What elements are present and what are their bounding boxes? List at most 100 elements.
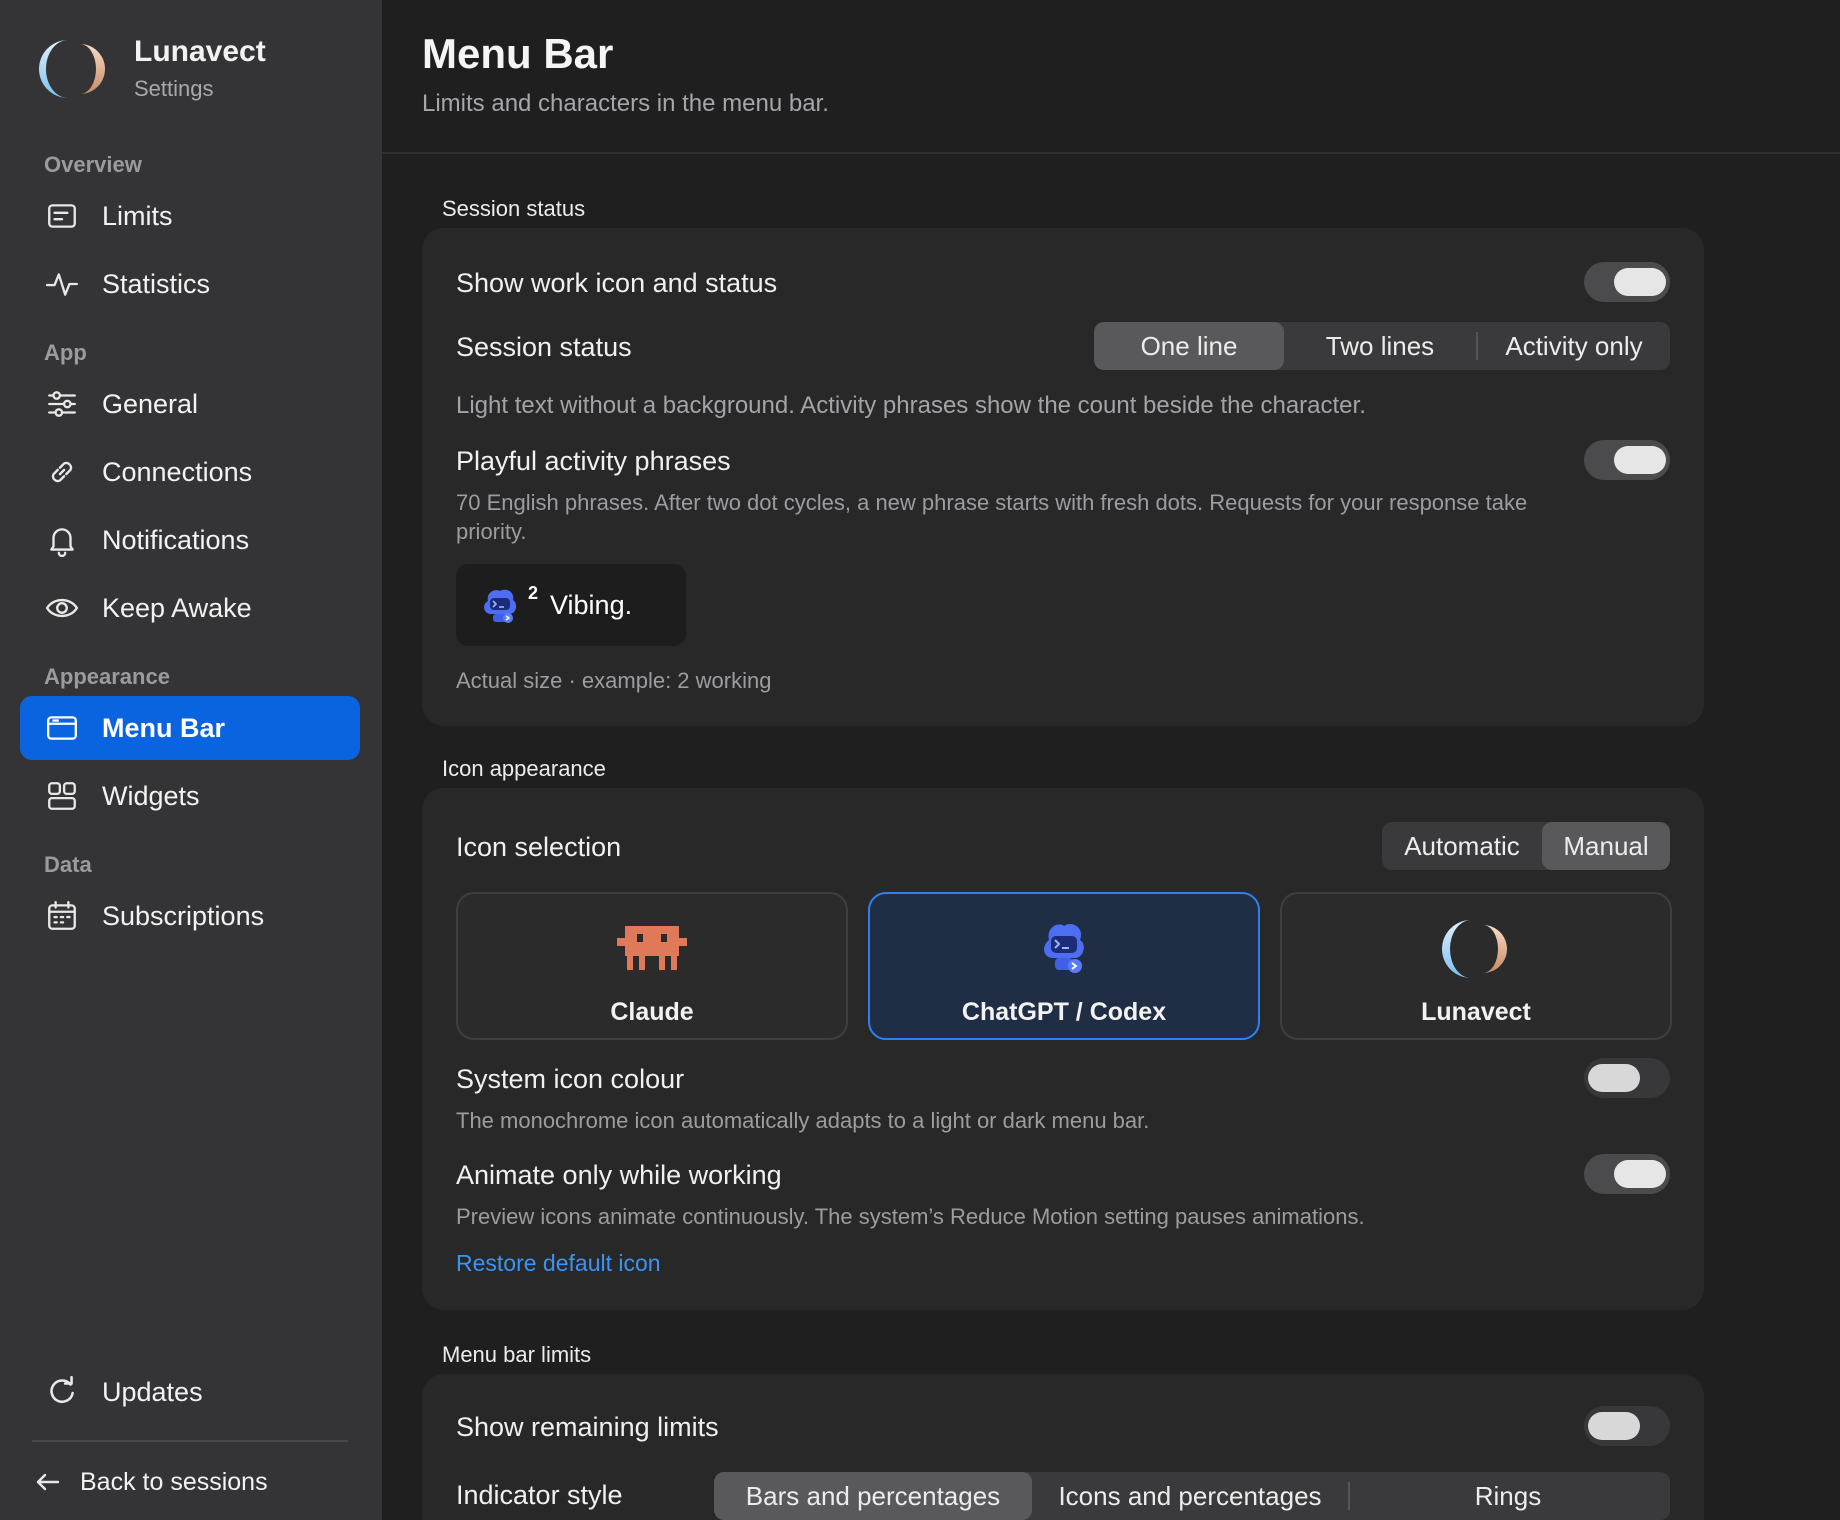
page-subtitle: Limits and characters in the menu bar. xyxy=(422,90,829,117)
indicator-style-label: Indicator style xyxy=(456,1480,623,1510)
preview-phrase: Vibing. xyxy=(550,589,633,620)
lunavect-logo-icon xyxy=(39,40,105,98)
status-preview: 2 Vibing. xyxy=(456,564,686,646)
back-to-sessions-link[interactable]: Back to sessions xyxy=(34,1462,268,1502)
group-title-icon-appearance: Icon appearance xyxy=(442,756,606,781)
back-label: Back to sessions xyxy=(80,1467,268,1496)
section-app: App xyxy=(44,340,87,365)
sidebar-item-widgets[interactable]: Widgets xyxy=(20,764,360,828)
toggle-knob xyxy=(1614,1160,1666,1188)
app-subtitle: Settings xyxy=(134,76,214,101)
section-data: Data xyxy=(44,852,92,877)
limits-icon xyxy=(44,198,80,234)
tile-label: Lunavect xyxy=(1421,998,1531,1026)
widgets-icon xyxy=(44,778,80,814)
sidebar-item-label: Menu Bar xyxy=(102,712,226,743)
eye-icon xyxy=(44,590,80,626)
segment-activity-only[interactable]: Activity only xyxy=(1478,322,1670,370)
bell-icon xyxy=(44,522,80,558)
link-icon xyxy=(44,454,80,490)
group-title-menu-bar-limits: Menu bar limits xyxy=(442,1342,592,1367)
arrow-left-icon xyxy=(36,1473,60,1491)
sidebar-item-menu-bar[interactable]: Menu Bar xyxy=(20,696,360,760)
section-appearance: Appearance xyxy=(44,664,170,689)
sidebar-item-connections[interactable]: Connections xyxy=(20,440,360,504)
sidebar-item-keep-awake[interactable]: Keep Awake xyxy=(20,576,360,640)
segment-bars-percentages[interactable]: Bars and percentages xyxy=(714,1472,1032,1520)
sidebar-item-notifications[interactable]: Notifications xyxy=(20,508,360,572)
show-work-icon-toggle[interactable] xyxy=(1584,262,1670,302)
playful-phrases-label: Playful activity phrases xyxy=(456,446,731,476)
toggle-knob xyxy=(1614,268,1666,296)
tile-label: ChatGPT / Codex xyxy=(961,998,1167,1026)
playful-phrases-description: 70 English phrases. After two dot cycles… xyxy=(456,490,1528,544)
menu-bar-limits-card: Show remaining limits Indicator style Ba… xyxy=(422,1374,1704,1520)
sidebar-item-label: General xyxy=(102,388,199,419)
app-name: Lunavect xyxy=(134,35,266,68)
working-count-badge: 2 xyxy=(528,582,539,603)
codex-robot-icon xyxy=(1044,923,1084,973)
show-remaining-label: Show remaining limits xyxy=(456,1412,719,1442)
sidebar-item-label: Keep Awake xyxy=(102,592,252,623)
show-remaining-toggle[interactable] xyxy=(1584,1406,1670,1446)
segment-rings[interactable]: Rings xyxy=(1350,1472,1666,1520)
animate-working-toggle[interactable] xyxy=(1584,1154,1670,1194)
header-divider xyxy=(382,152,1840,154)
segment-two-lines[interactable]: Two lines xyxy=(1284,322,1476,370)
main-content: Menu Bar Limits and characters in the me… xyxy=(382,0,1840,1520)
activity-icon xyxy=(44,266,80,302)
system-colour-label: System icon colour xyxy=(456,1064,685,1094)
system-colour-description: The monochrome icon automatically adapts… xyxy=(456,1108,1150,1133)
playful-phrases-toggle[interactable] xyxy=(1584,440,1670,480)
group-title-session-status: Session status xyxy=(442,196,586,221)
window-icon xyxy=(44,710,80,746)
section-overview: Overview xyxy=(44,152,142,177)
system-colour-toggle[interactable] xyxy=(1584,1058,1670,1098)
segment-manual[interactable]: Manual xyxy=(1542,822,1670,870)
indicator-style-segmented: Bars and percentages Icons and percentag… xyxy=(714,1472,1670,1520)
sidebar-item-label: Updates xyxy=(102,1376,203,1407)
icon-tile-codex[interactable]: ChatGPT / Codex xyxy=(868,892,1260,1040)
animate-working-label: Animate only while working xyxy=(456,1160,782,1190)
preview-caption: Actual size · example: 2 working xyxy=(456,668,772,693)
claude-pixel-icon xyxy=(617,926,687,970)
icon-tile-lunavect[interactable]: Lunavect xyxy=(1280,892,1672,1040)
sidebar-item-label: Limits xyxy=(102,200,173,231)
segment-one-line[interactable]: One line xyxy=(1094,322,1284,370)
session-status-description: Light text without a background. Activit… xyxy=(456,392,1366,419)
sidebar-item-label: Notifications xyxy=(102,524,250,555)
sidebar-divider xyxy=(32,1440,348,1442)
segment-automatic[interactable]: Automatic xyxy=(1382,822,1542,870)
toggle-knob xyxy=(1614,446,1666,474)
refresh-icon xyxy=(44,1374,80,1410)
session-status-card: Show work icon and status Session status… xyxy=(422,228,1704,726)
sidebar-item-label: Connections xyxy=(102,456,253,487)
toggle-knob xyxy=(1588,1412,1640,1440)
sidebar-item-label: Widgets xyxy=(102,780,200,811)
icon-selection-segmented: Automatic Manual xyxy=(1382,822,1670,870)
show-work-icon-label: Show work icon and status xyxy=(456,268,778,298)
sidebar-item-general[interactable]: General xyxy=(20,372,360,436)
icon-tile-claude[interactable]: Claude xyxy=(456,892,848,1040)
sidebar-item-limits[interactable]: Limits xyxy=(20,184,360,248)
sidebar-item-subscriptions[interactable]: Subscriptions xyxy=(20,884,360,948)
brand: Lunavect Settings xyxy=(38,34,266,104)
sliders-icon xyxy=(44,386,80,422)
session-status-segmented: One line Two lines Activity only xyxy=(1094,322,1670,370)
icon-selection-label: Icon selection xyxy=(456,832,622,862)
animate-working-description: Preview icons animate continuously. The … xyxy=(456,1204,1365,1229)
icon-appearance-card: Icon selection Automatic Manual Claude C… xyxy=(422,788,1704,1310)
sidebar-item-updates[interactable]: Updates xyxy=(20,1360,360,1424)
sidebar: Lunavect Settings Overview Limits Statis… xyxy=(0,0,382,1520)
segment-icons-percentages[interactable]: Icons and percentages xyxy=(1032,1472,1348,1520)
sidebar-item-statistics[interactable]: Statistics xyxy=(20,252,360,316)
calendar-icon xyxy=(44,898,80,934)
tile-label: Claude xyxy=(610,998,694,1026)
session-status-label: Session status xyxy=(456,332,632,362)
lunavect-moon-icon xyxy=(1442,920,1507,978)
sidebar-item-label: Subscriptions xyxy=(102,900,265,931)
page-title: Menu Bar xyxy=(422,30,614,77)
codex-robot-icon xyxy=(484,589,517,623)
restore-default-icon-link[interactable]: Restore default icon xyxy=(456,1250,661,1277)
sidebar-item-label: Statistics xyxy=(102,268,211,299)
